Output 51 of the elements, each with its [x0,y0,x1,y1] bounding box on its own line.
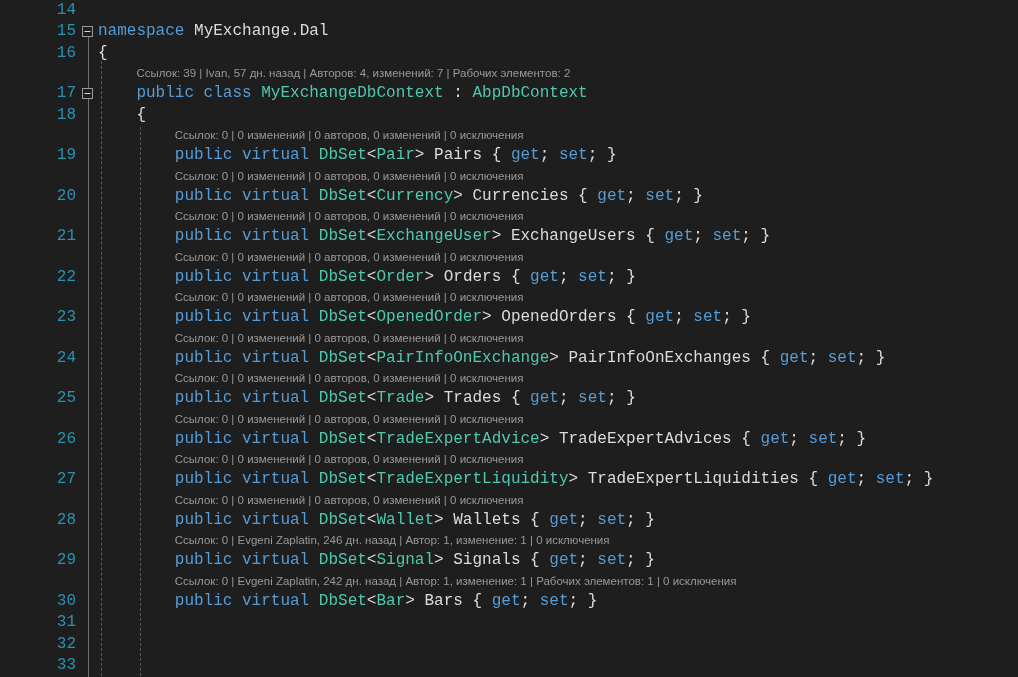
line-number: 29 [55,551,76,570]
line-number: 30 [55,591,76,610]
code-line: { [98,43,108,62]
line-number: 16 [55,43,76,62]
line-number: 26 [55,429,76,448]
line-number: 23 [55,308,76,327]
codelens-text[interactable]: Ссылок: 0 | 0 изменений | 0 авторов, 0 изменений | 0 исключения [174,169,524,182]
codelens-text[interactable]: Ссылок: 0 | 0 изменений | 0 авторов, 0 изменений | 0 исключения [174,250,524,263]
codelens-text[interactable]: Ссылок: 0 | Evgeni Zaplatin, 246 дн. назад | Автор: 1, изменение: 1 | 0 исключения [174,534,610,546]
line-number: 19 [55,146,76,165]
code-line: public class MyExchangeDbContext : AbpDbContext [136,84,588,103]
code-line: public virtual DbSet<Order> Orders { get; set; } [174,267,636,286]
codelens-text[interactable]: Ссылок: 0 | 0 изменений | 0 авторов, 0 изменений | 0 исключения [174,412,524,425]
line-number: 25 [55,389,76,408]
line-number: 20 [55,186,76,205]
code-line: public virtual DbSet<ExchangeUser> ExchangeUsers { get; set; } [174,227,771,246]
code-line: public virtual DbSet<Pair> Pairs { get; set; } [174,146,617,165]
line-number: 22 [55,267,76,286]
codelens-text[interactable]: Ссылок: 0 | 0 изменений | 0 авторов, 0 изменений | 0 исключения [174,291,524,303]
code-line: public virtual DbSet<TradeExpertLiquidity> TradeExpertLiquidities { get; set; } [174,470,934,489]
line-number: 32 [55,634,76,653]
code-line: public virtual DbSet<Bar> Bars { get; set; } [174,591,598,610]
line-number: 24 [55,348,76,367]
codelens-text[interactable]: Ссылок: 0 | 0 изменений | 0 авторов, 0 изменений | 0 исключения [174,453,524,465]
codelens-text[interactable]: Ссылок: 0 | 0 изменений | 0 авторов, 0 изменений | 0 исключения [174,493,524,506]
line-number: 18 [55,105,76,124]
codelens-text[interactable]: Ссылок: 39 | Ivan, 57 дн. назад | Авторов: 4, изменений: 7 | Рабочих элементов: 2 [136,67,571,79]
codelens-text[interactable]: Ссылок: 0 | 0 изменений | 0 авторов, 0 изменений | 0 исключения [174,372,524,384]
line-number: 14 [55,0,76,19]
line-number: 28 [55,510,76,529]
line-number: 31 [55,613,76,632]
codelens-text[interactable]: Ссылок: 0 | 0 изменений | 0 авторов, 0 изменений | 0 исключения [174,331,524,344]
code-line: namespace MyExchange.Dal [98,22,329,41]
code-line: public virtual DbSet<TradeExpertAdvice> TradeExpertAdvices { get; set; } [174,429,867,448]
codelens-text[interactable]: Ссылок: 0 | 0 изменений | 0 авторов, 0 изменений | 0 исключения [174,210,524,222]
code-line: { [136,105,146,124]
code-line: public virtual DbSet<OpenedOrder> OpenedOrders { get; set; } [174,308,751,327]
collapse-icon[interactable] [81,25,93,37]
line-number: 21 [55,227,76,246]
codelens-text[interactable]: Ссылок: 0 | Evgeni Zaplatin, 242 дн. назад | Автор: 1, изменение: 1 | Рабочих элементов: 1 | 0 исключения [174,574,737,587]
line-number: 27 [55,470,76,489]
codelens-text[interactable]: Ссылок: 0 | 0 изменений | 0 авторов, 0 изменений | 0 исключения [174,129,524,141]
collapse-icon[interactable] [81,87,93,99]
code-line: public virtual DbSet<PairInfoOnExchange> PairInfoOnExchanges { get; set; } [174,348,886,367]
line-number: 17 [55,84,76,103]
code-line: public virtual DbSet<Currency> Currencies { get; set; } [174,186,703,205]
code-line: public virtual DbSet<Signal> Signals { get; set; } [174,551,655,570]
line-number: 33 [55,656,76,675]
code-line: public virtual DbSet<Trade> Trades { get; set; } [174,389,636,408]
code-line: public virtual DbSet<Wallet> Wallets { get; set; } [174,510,655,529]
line-number: 15 [55,22,76,41]
